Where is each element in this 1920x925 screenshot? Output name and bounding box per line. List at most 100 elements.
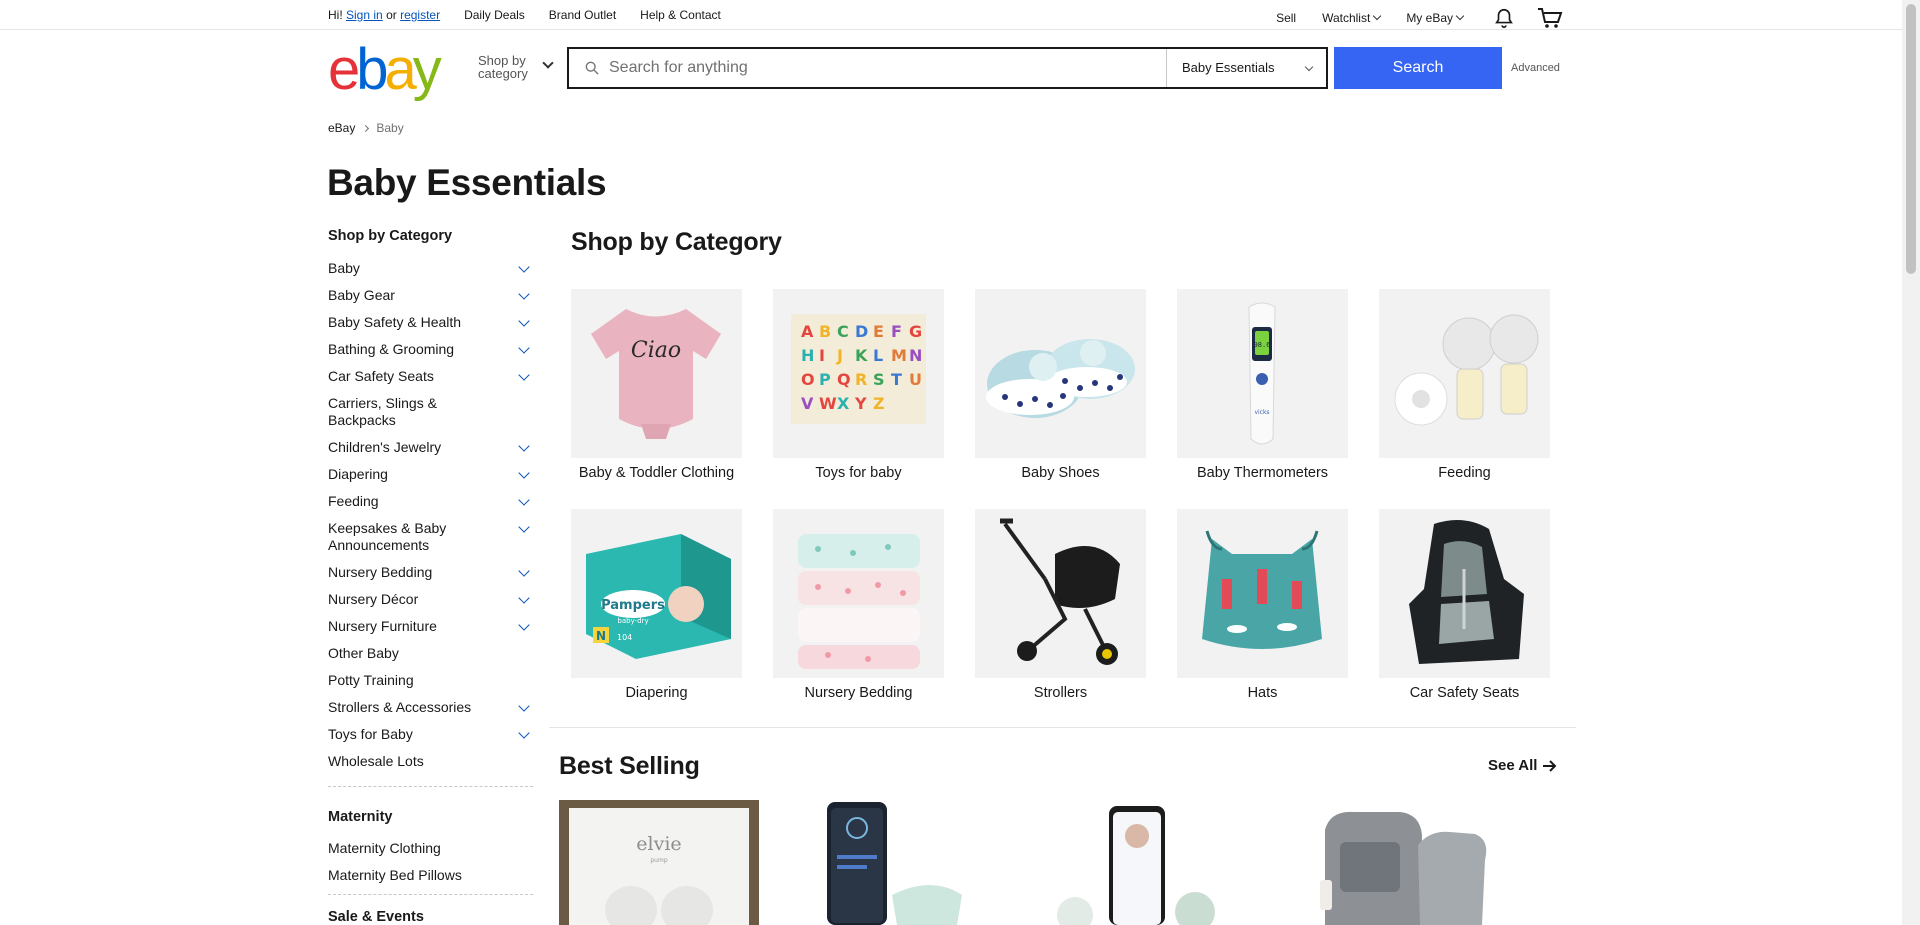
sell-link[interactable]: Sell [1276, 11, 1296, 25]
shop-by-category-button[interactable]: Shop by category [478, 54, 554, 80]
sidebar-item-baby-gear[interactable]: Baby Gear [328, 287, 533, 304]
sidebar-item-maternity-bed-pillows[interactable]: Maternity Bed Pillows [328, 867, 533, 884]
chevron-down-icon[interactable] [518, 494, 530, 506]
category-card-nursery-bedding[interactable]: Nursery Bedding [773, 509, 944, 701]
breadcrumb-ebay[interactable]: eBay [328, 121, 355, 135]
sidebar-item-label: Potty Training [328, 672, 414, 688]
category-card-hats[interactable]: Hats [1177, 509, 1348, 701]
ebay-logo[interactable]: ebay [328, 41, 442, 99]
puzzle-letter: U [909, 370, 922, 389]
sidebar-item-label: Nursery Décor [328, 591, 419, 607]
chevron-down-icon[interactable] [518, 288, 530, 300]
sidebar-item-car-safety-seats[interactable]: Car Safety Seats [328, 368, 533, 385]
top-bar: Hi! Sign in or register Daily Deals Bran… [0, 0, 1902, 30]
category-card-toys[interactable]: ABCDEFG HIJKLMN OPQRSTU VWXYZ Toys for baby [773, 289, 944, 481]
main-category-heading: Shop by Category [571, 228, 782, 256]
myebay-label: My eBay [1406, 11, 1453, 25]
sidebar-item-maternity-clothing[interactable]: Maternity Clothing [328, 840, 533, 857]
product-diaper-backpack[interactable] [1300, 800, 1500, 925]
sidebar-item-children-s-jewelry[interactable]: Children's Jewelry [328, 439, 533, 456]
chevron-down-icon[interactable] [518, 592, 530, 604]
sidebar-item-wholesale-lots[interactable]: Wholesale Lots [328, 753, 533, 770]
page-scrollbar[interactable] [1902, 0, 1920, 925]
sidebar-item-baby[interactable]: Baby [328, 260, 533, 277]
product-baby-monitor[interactable] [822, 800, 1022, 925]
advanced-search-link[interactable]: Advanced [1511, 62, 1560, 74]
category-card-car-seats[interactable]: Car Safety Seats [1379, 509, 1550, 701]
sidebar-item-label: Feeding [328, 493, 379, 509]
cart-icon[interactable] [1537, 7, 1563, 29]
chevron-down-icon[interactable] [518, 565, 530, 577]
register-link[interactable]: register [400, 8, 440, 22]
sidebar-item-toys-for-baby[interactable]: Toys for Baby [328, 726, 533, 743]
puzzle-letter: R [855, 370, 867, 389]
sign-in-link[interactable]: Sign in [346, 8, 383, 22]
chevron-down-icon[interactable] [518, 261, 530, 273]
chevron-down-icon[interactable] [518, 440, 530, 452]
sidebar-item-other-baby[interactable]: Other Baby [328, 645, 533, 662]
myebay-link[interactable]: My eBay [1406, 11, 1465, 25]
sidebar-item-nursery-d-cor[interactable]: Nursery Décor [328, 591, 533, 608]
brand-outlet-link[interactable]: Brand Outlet [549, 8, 616, 22]
search-input[interactable] [609, 55, 1149, 81]
category-label: Baby Shoes [1021, 465, 1100, 481]
category-card-clothing[interactable]: Ciao Baby & Toddler Clothing [571, 289, 742, 481]
sidebar-item-strollers-accessories[interactable]: Strollers & Accessories [328, 699, 533, 716]
bell-icon[interactable] [1493, 7, 1515, 29]
category-card-feeding[interactable]: Feeding [1379, 289, 1550, 481]
search-category-select[interactable]: Baby Essentials [1166, 49, 1326, 87]
search-button[interactable]: Search [1334, 47, 1502, 89]
puzzle-letter: E [873, 322, 884, 341]
sidebar-item-feeding[interactable]: Feeding [328, 493, 533, 510]
category-card-strollers[interactable]: Strollers [975, 509, 1146, 701]
chevron-down-icon[interactable] [518, 700, 530, 712]
chevron-down-icon[interactable] [518, 342, 530, 354]
chevron-down-icon [1373, 11, 1382, 21]
chevron-down-icon[interactable] [518, 467, 530, 479]
onesie-text: Ciao [631, 338, 681, 363]
sidebar-item-bathing-grooming[interactable]: Bathing & Grooming [328, 341, 533, 358]
category-card-thermometers[interactable]: 98.6 vicks Baby Thermometers [1177, 289, 1348, 481]
chevron-down-icon[interactable] [518, 619, 530, 631]
diaper-brand: Pampers [601, 598, 665, 613]
chevron-down-icon[interactable] [518, 315, 530, 327]
search-icon [585, 61, 599, 75]
sidebar-item-label: Toys for Baby [328, 726, 413, 742]
daily-deals-link[interactable]: Daily Deals [464, 8, 525, 22]
sidebar-item-carriers-slings-backpacks[interactable]: Carriers, Slings & Backpacks [328, 395, 533, 429]
puzzle-letter: S [873, 370, 885, 389]
watchlist-link[interactable]: Watchlist [1322, 11, 1382, 25]
category-label: Toys for baby [815, 465, 902, 481]
search-box: Baby Essentials [567, 47, 1328, 89]
see-all-link[interactable]: See All [1488, 757, 1558, 774]
help-contact-link[interactable]: Help & Contact [640, 8, 721, 22]
sidebar-item-diapering[interactable]: Diapering [328, 466, 533, 483]
sidebar-item-label: Car Safety Seats [328, 368, 434, 384]
sidebar-item-nursery-bedding[interactable]: Nursery Bedding [328, 564, 533, 581]
onesie-image: Ciao [571, 289, 742, 458]
category-card-diapering[interactable]: Pampers baby-dry N 104 Diapering [571, 509, 742, 701]
puzzle-letter: X [837, 394, 850, 413]
puzzle-letter: C [837, 322, 849, 341]
chevron-down-icon [1455, 11, 1465, 21]
sidebar-item-nursery-furniture[interactable]: Nursery Furniture [328, 618, 533, 635]
or-text: or [386, 8, 397, 22]
scrollbar-thumb[interactable] [1906, 4, 1916, 274]
puzzle-letter: K [855, 346, 868, 365]
sidebar-item-label: Other Baby [328, 645, 399, 661]
chevron-right-icon [362, 124, 370, 132]
breadcrumb-baby[interactable]: Baby [376, 121, 403, 135]
category-label: Feeding [1438, 465, 1491, 481]
chevron-down-icon[interactable] [518, 727, 530, 739]
puzzle-letter: L [873, 346, 883, 365]
product-smart-sock[interactable] [1035, 800, 1235, 925]
sidebar-item-baby-safety-health[interactable]: Baby Safety & Health [328, 314, 533, 331]
chevron-down-icon[interactable] [518, 521, 530, 533]
sidebar-item-keepsakes-baby-announcements[interactable]: Keepsakes & Baby Announcements [328, 520, 533, 554]
header: ebay Shop by category Baby Essentials Se… [328, 30, 1561, 110]
category-card-baby-shoes[interactable]: Baby Shoes [975, 289, 1146, 481]
sidebar-item-label: Wholesale Lots [328, 753, 424, 769]
sidebar-item-potty-training[interactable]: Potty Training [328, 672, 533, 689]
chevron-down-icon[interactable] [518, 369, 530, 381]
product-elvie-pump[interactable]: elvie pump [559, 800, 759, 925]
